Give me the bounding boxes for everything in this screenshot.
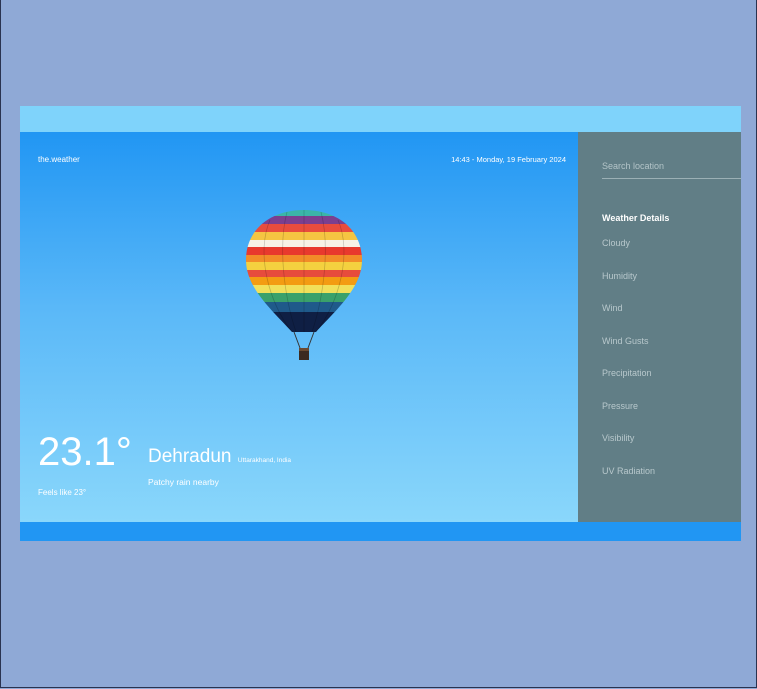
hot-air-balloon-image — [246, 210, 362, 360]
detail-item-wind-gusts: Wind Gusts — [602, 335, 649, 346]
temperature: 23.1° — [38, 430, 132, 474]
weather-app: the.weather 14:43 - Monday, 19 February … — [20, 106, 741, 541]
date-time: 14:43 - Monday, 19 February 2024 — [451, 155, 566, 164]
weather-details-title: Weather Details — [602, 213, 670, 223]
weather-condition: Patchy rain nearby — [148, 477, 219, 487]
brand-logo[interactable]: the.weather — [38, 155, 80, 164]
detail-item-wind: Wind — [602, 303, 623, 313]
top-bar — [20, 106, 741, 132]
main-panel: the.weather 14:43 - Monday, 19 February … — [20, 132, 578, 522]
detail-item-humidity: Humidity — [602, 270, 638, 281]
detail-item-precipitation: Precipitation — [602, 368, 652, 378]
location: Dehradun Uttarakhand, India — [148, 446, 291, 468]
detail-item-visibility: Visibility — [602, 433, 635, 443]
detail-item-uv-radiation: UV Radiation — [602, 465, 656, 476]
balloon-envelope — [246, 210, 362, 332]
sidebar: Weather Details Cloudy Humidity Wind Win… — [578, 132, 741, 522]
region-name: Uttarakhand, India — [237, 457, 292, 464]
weather-details-list: Cloudy Humidity Wind Wind Gusts Precipit… — [602, 238, 655, 498]
bottom-bar — [20, 522, 741, 541]
city-name: Dehradun — [148, 446, 232, 467]
detail-item-pressure: Pressure — [602, 400, 639, 411]
search-input[interactable] — [602, 154, 741, 179]
feels-like: Feels like 23° — [38, 488, 87, 497]
detail-item-cloudy: Cloudy — [602, 238, 631, 248]
